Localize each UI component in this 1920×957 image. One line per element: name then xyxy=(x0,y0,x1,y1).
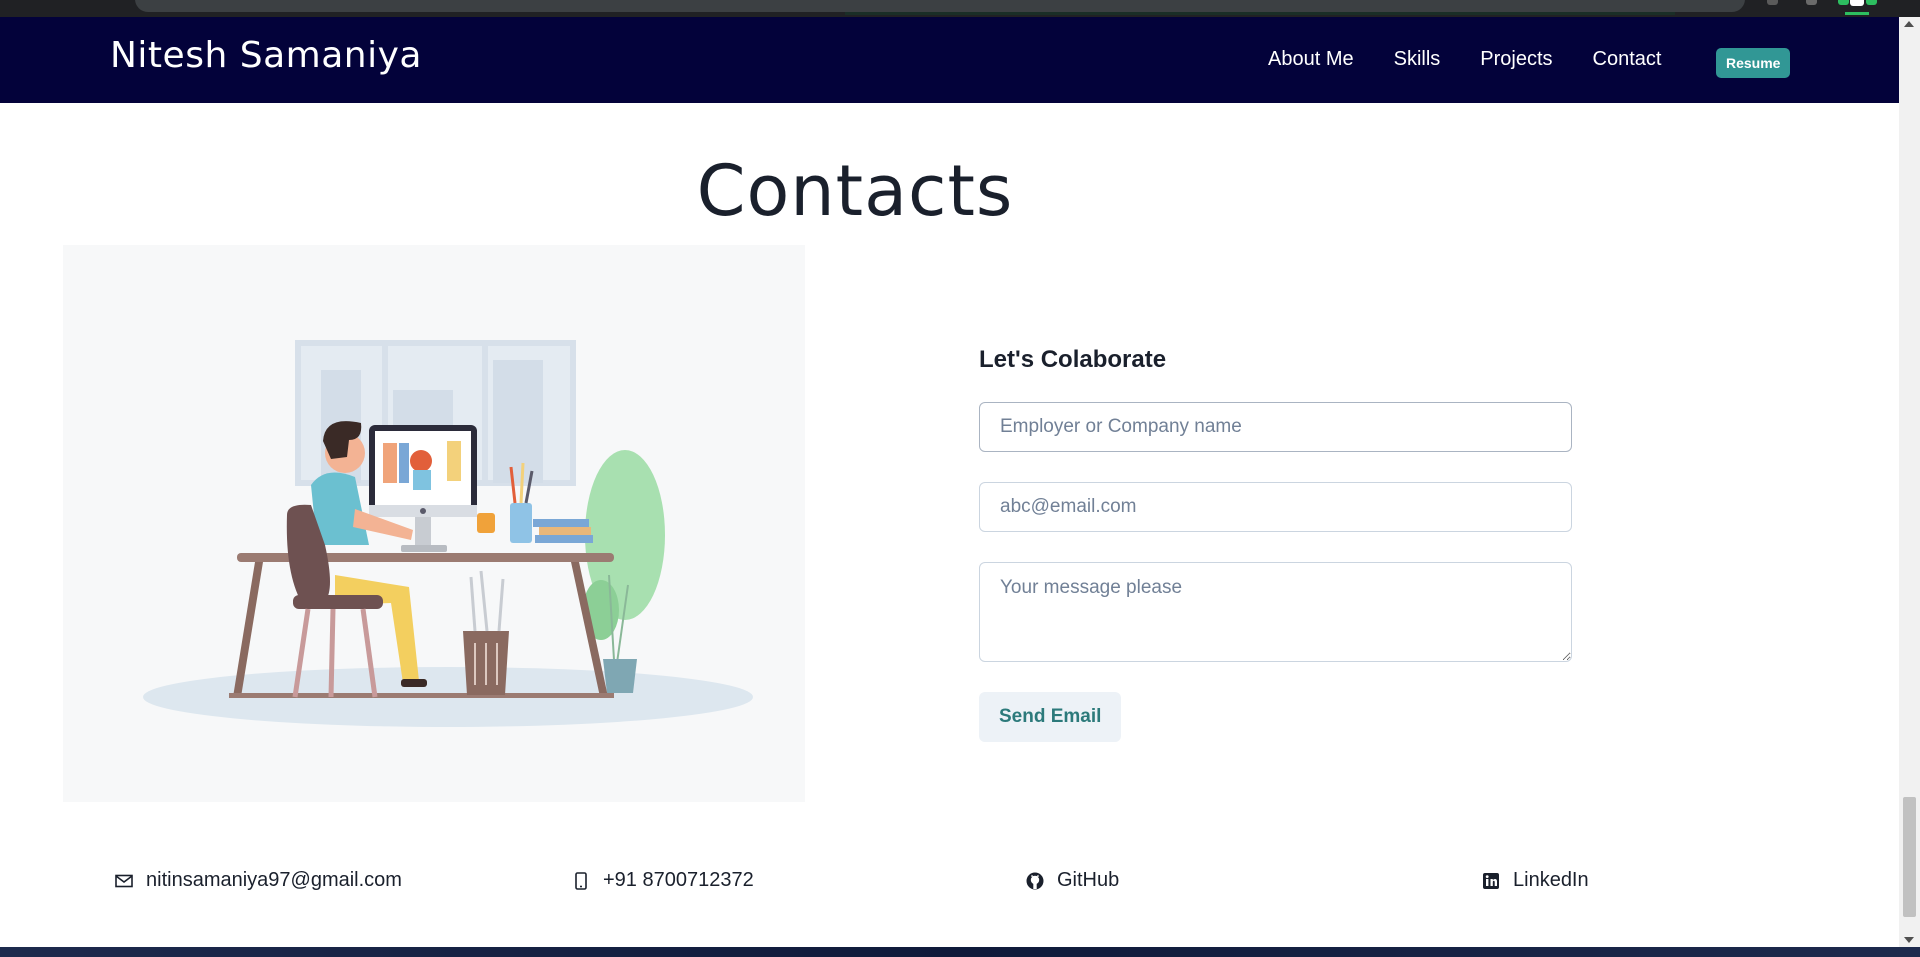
vertical-scrollbar[interactable] xyxy=(1899,17,1920,947)
github-icon xyxy=(1026,872,1044,889)
nav-links: About Me Skills Projects Contact xyxy=(1268,48,1661,71)
brand-name[interactable]: Nitesh Samaniya xyxy=(110,35,422,76)
footer-github[interactable]: GitHub xyxy=(1025,869,1119,892)
send-email-button[interactable]: Send Email xyxy=(979,692,1122,742)
footer-phone-label: +91 8700712372 xyxy=(603,869,754,891)
contact-form: Let's Colaborate Send Email xyxy=(979,346,1572,742)
footer-phone[interactable]: +91 8700712372 xyxy=(571,869,754,892)
nav-contact[interactable]: Contact xyxy=(1593,48,1662,71)
extension-green-icon[interactable] xyxy=(1838,0,1849,5)
tab-accent xyxy=(845,12,1675,15)
footer-email[interactable]: nitinsamaniya97@gmail.com xyxy=(114,869,402,892)
browser-toolbar xyxy=(0,0,1920,17)
extension-green-2-icon[interactable] xyxy=(1866,0,1877,5)
workspace-illustration xyxy=(63,245,805,802)
page-viewport: Nitesh Samaniya About Me Skills Projects… xyxy=(0,17,1899,947)
workspace-illustration-svg xyxy=(143,340,753,727)
scrollbar-thumb[interactable] xyxy=(1903,797,1916,917)
progress-icon xyxy=(1845,12,1869,15)
nav-skills[interactable]: Skills xyxy=(1394,48,1441,71)
bookmark-icon[interactable] xyxy=(1806,0,1817,5)
address-bar[interactable] xyxy=(135,0,1745,12)
nav-about-me[interactable]: About Me xyxy=(1268,48,1354,71)
form-title: Let's Colaborate xyxy=(979,346,1167,373)
extension-icon[interactable] xyxy=(1767,0,1778,5)
taskbar-strip xyxy=(0,947,1920,957)
nav-projects[interactable]: Projects xyxy=(1480,48,1552,71)
email-input[interactable] xyxy=(979,482,1572,532)
scroll-down-arrow-icon[interactable] xyxy=(1904,937,1914,943)
company-name-input[interactable] xyxy=(979,402,1572,452)
phone-icon xyxy=(575,871,587,890)
footer-linkedin[interactable]: LinkedIn xyxy=(1481,869,1589,892)
navbar: Nitesh Samaniya About Me Skills Projects… xyxy=(0,17,1899,103)
scroll-up-arrow-icon[interactable] xyxy=(1904,21,1914,27)
resume-button[interactable]: Resume xyxy=(1716,48,1791,78)
section-title: Contacts xyxy=(696,150,1014,232)
linkedin-icon xyxy=(1483,872,1499,889)
footer-email-label: nitinsamaniya97@gmail.com xyxy=(146,869,402,891)
profile-avatar[interactable] xyxy=(1850,0,1864,6)
footer-github-label: GitHub xyxy=(1057,869,1120,891)
footer-linkedin-label: LinkedIn xyxy=(1513,869,1589,891)
message-textarea[interactable] xyxy=(979,562,1572,662)
mail-icon xyxy=(115,874,133,887)
